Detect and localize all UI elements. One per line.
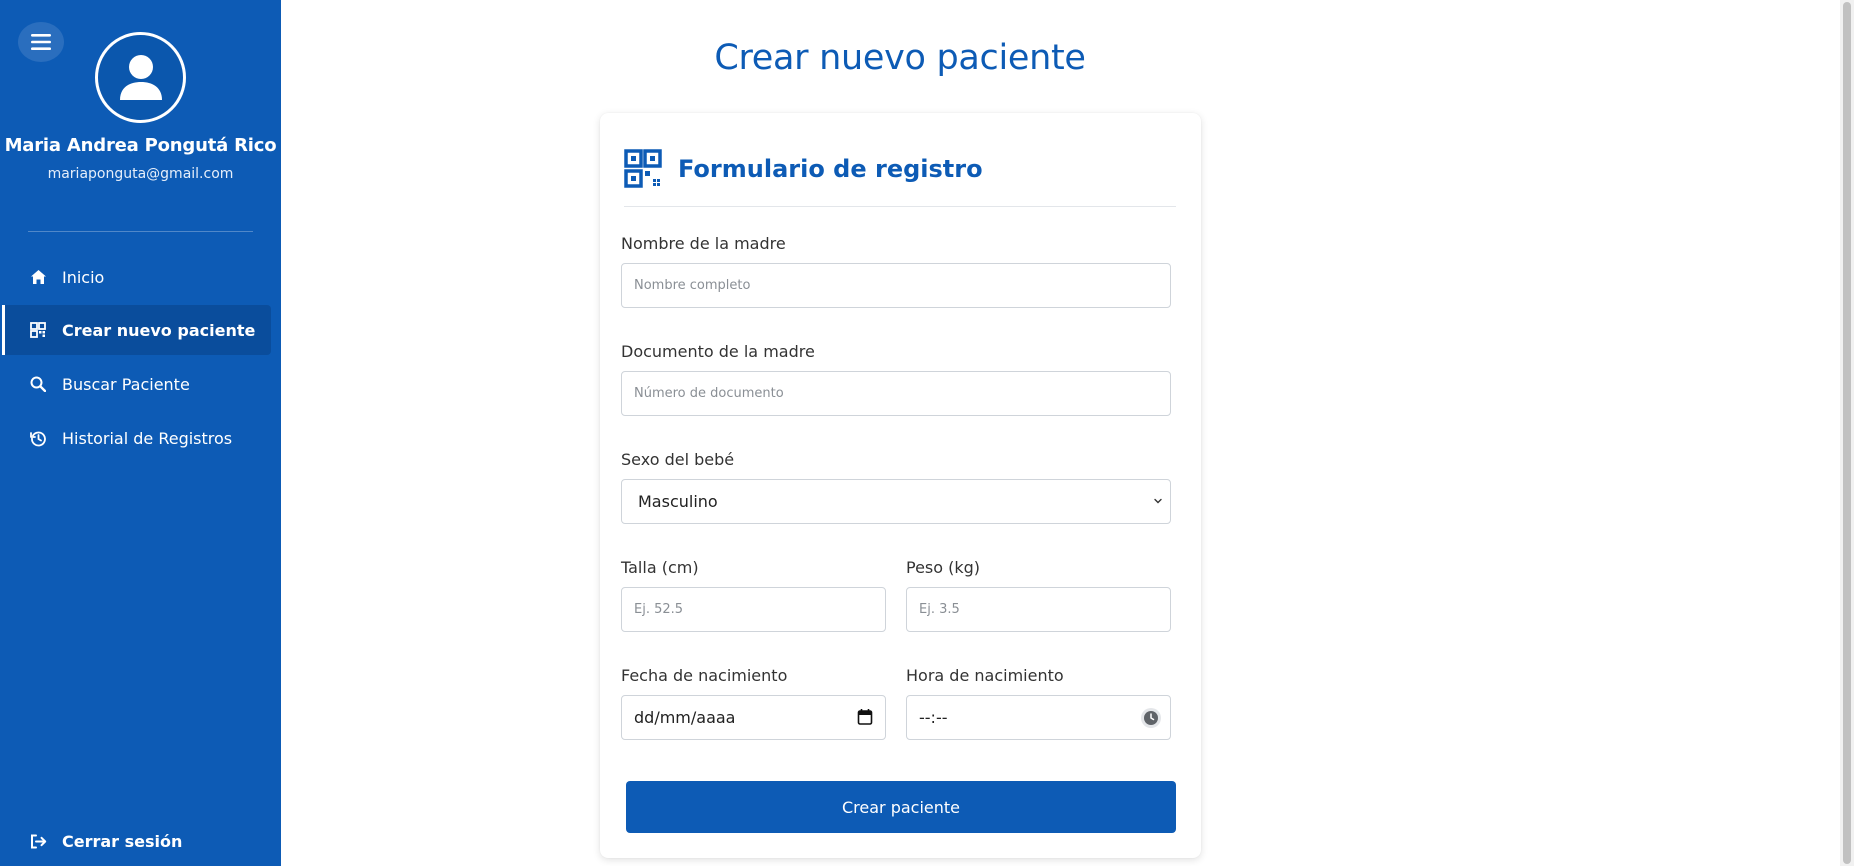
mother-document-input[interactable] — [621, 371, 1171, 416]
sidebar: Maria Andrea Pongutá Rico mariaponguta@g… — [0, 0, 281, 866]
avatar — [95, 32, 186, 123]
baby-sex-select[interactable]: Masculino — [621, 479, 1171, 524]
qr-code-icon — [624, 149, 662, 188]
sidebar-item-label: Buscar Paciente — [62, 374, 190, 394]
birth-time-input[interactable]: --:-- — [906, 695, 1171, 740]
birth-date-input[interactable]: dd/mm/aaaa — [621, 695, 886, 740]
birth-date-value: dd/mm/aaaa — [634, 708, 736, 727]
history-icon — [28, 428, 48, 448]
mother-name-input[interactable] — [621, 263, 1171, 308]
scrollbar-thumb[interactable] — [1843, 2, 1851, 864]
weight-input[interactable] — [906, 587, 1171, 632]
user-email: mariaponguta@gmail.com — [47, 166, 234, 182]
user-icon — [119, 54, 162, 100]
hamburger-icon — [31, 34, 51, 50]
baby-sex-value: Masculino — [638, 492, 718, 511]
home-icon — [28, 267, 48, 287]
sidebar-item-crear-paciente[interactable]: Crear nuevo paciente — [2, 305, 271, 355]
sidebar-item-label: Crear nuevo paciente — [62, 320, 256, 340]
mother-name-label: Nombre de la madre — [621, 234, 786, 253]
birth-time-label: Hora de nacimiento — [906, 666, 1064, 685]
sidebar-item-historial[interactable]: Historial de Registros — [2, 413, 271, 463]
page-title: Crear nuevo paciente — [714, 38, 1086, 78]
weight-label: Peso (kg) — [906, 558, 981, 577]
create-patient-button[interactable]: Crear paciente — [626, 781, 1176, 833]
birth-time-value: --:-- — [919, 708, 948, 727]
baby-sex-label: Sexo del bebé — [621, 450, 735, 469]
user-name: Maria Andrea Pongutá Rico — [4, 135, 277, 156]
scrollbar[interactable] — [1840, 0, 1854, 866]
mother-document-label: Documento de la madre — [621, 342, 815, 361]
logout-button[interactable]: Cerrar sesión — [2, 816, 271, 866]
menu-toggle-button[interactable] — [18, 22, 64, 62]
height-label: Talla (cm) — [621, 558, 699, 577]
sidebar-item-label: Inicio — [62, 267, 105, 287]
birth-date-label: Fecha de nacimiento — [621, 666, 788, 685]
form-title: Formulario de registro — [678, 155, 983, 183]
sidebar-divider — [28, 231, 253, 232]
sidebar-item-buscar-paciente[interactable]: Buscar Paciente — [2, 359, 271, 409]
qr-grid-icon — [28, 320, 48, 340]
chevron-down-icon — [1154, 498, 1162, 504]
logout-label: Cerrar sesión — [62, 831, 183, 851]
logout-icon — [28, 831, 48, 851]
height-input[interactable] — [621, 587, 886, 632]
clock-icon[interactable] — [1140, 707, 1162, 729]
sidebar-item-inicio[interactable]: Inicio — [2, 252, 271, 302]
sidebar-item-label: Historial de Registros — [62, 428, 233, 448]
search-icon — [28, 374, 48, 394]
calendar-icon[interactable] — [857, 708, 873, 726]
form-header: Formulario de registro — [624, 149, 1176, 207]
